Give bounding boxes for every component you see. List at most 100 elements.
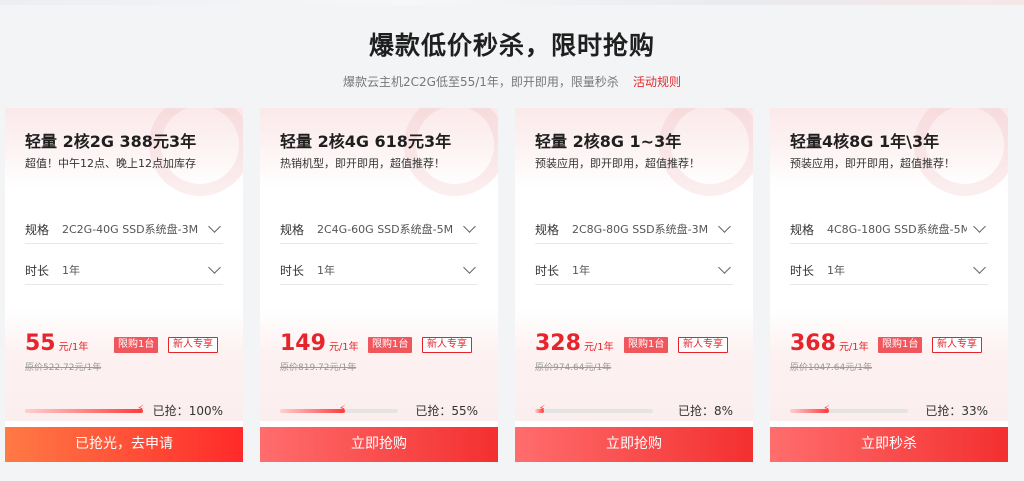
price: 368 元/1年: [790, 331, 869, 356]
price-value: 328: [535, 331, 581, 356]
duration-value: 1年: [827, 264, 845, 277]
duration-value: 1年: [62, 264, 80, 277]
flame-icon: ⚡: [338, 404, 346, 415]
product-title: 轻量4核8G 1年\3年: [790, 132, 940, 151]
page: 爆款低价秒杀，限时抢购 爆款云主机2C2G低至55/1年，即开即用，限量秒杀 活动…: [0, 0, 1024, 481]
page-subtitle: 爆款云主机2C2G低至55/1年，即开即用，限量秒杀 活动规则: [0, 73, 1024, 90]
limit-badge: 限购1台: [624, 337, 669, 353]
limit-badge: 限购1台: [878, 337, 923, 353]
sold-label: 已抢：: [925, 404, 962, 418]
chevron-down-icon: [208, 220, 221, 233]
price-value: 55: [25, 331, 56, 356]
spec-label: 规格: [25, 223, 50, 237]
product-description: 预装应用，即开即用，超值推荐！: [535, 157, 700, 170]
price-value: 149: [280, 331, 326, 356]
sold-value: 8%: [713, 404, 733, 418]
product-description: 热销机型，即开即用，超值推荐！: [280, 157, 445, 170]
duration-label: 时长: [535, 264, 560, 278]
chevron-down-icon: [718, 261, 731, 274]
sold-label: 已抢：: [415, 404, 452, 418]
duration-label: 时长: [280, 264, 305, 278]
product-title: 轻量 2核4G 618元3年: [280, 132, 452, 151]
product-card: 轻量 2核8G 1~3年 预装应用，即开即用，超值推荐！ 规格 2C8G-80G…: [515, 108, 753, 462]
spec-label: 规格: [535, 223, 560, 237]
sold-value: 33%: [961, 404, 988, 418]
price-unit: 元/1年: [328, 342, 359, 353]
price: 328 元/1年: [535, 331, 614, 356]
chevron-down-icon: [208, 261, 221, 274]
duration-select[interactable]: 时长 1年: [790, 255, 988, 285]
duration-label: 时长: [790, 264, 815, 278]
sold-label: 已抢：: [152, 404, 189, 418]
buy-button[interactable]: 立即抢购: [260, 427, 498, 462]
price-unit: 元/1年: [838, 342, 869, 353]
sold-value: 100%: [188, 404, 223, 418]
page-title: 爆款低价秒杀，限时抢购: [368, 31, 655, 60]
buy-button[interactable]: 已抢光，去申请: [5, 427, 243, 462]
chevron-down-icon: [973, 261, 986, 274]
new-user-badge: 新人专享: [422, 337, 472, 353]
limit-badge: 限购1台: [368, 337, 413, 353]
product-title: 轻量 2核2G 388元3年: [25, 132, 197, 151]
sold-percentage: 已抢：8%: [678, 402, 733, 419]
buy-button[interactable]: 立即抢购: [515, 427, 753, 462]
price: 55 元/1年: [25, 331, 88, 356]
chevron-down-icon: [718, 220, 731, 233]
spec-select[interactable]: 规格 2C2G-40G SSD系统盘-3M: [25, 214, 223, 244]
duration-select[interactable]: 时长 1年: [280, 255, 478, 285]
original-price: 原价522.72元/1年: [25, 363, 102, 373]
flame-icon: ⚡: [137, 404, 145, 415]
original-price: 原价1047.64元/1年: [790, 363, 872, 373]
buy-button[interactable]: 立即秒杀: [770, 427, 1008, 462]
bottom-edge: [0, 471, 1024, 481]
sold-percentage: 已抢：55%: [415, 402, 478, 419]
chevron-down-icon: [463, 261, 476, 274]
original-price: 原价819.72元/1年: [280, 363, 357, 373]
flame-icon: ⚡: [538, 404, 546, 415]
sold-progress-fill: [25, 409, 143, 413]
activity-rules-link[interactable]: 活动规则: [633, 75, 681, 89]
duration-select[interactable]: 时长 1年: [25, 255, 223, 285]
price-value: 368: [790, 331, 836, 356]
spec-select[interactable]: 规格 4C8G-180G SSD系统盘-5M: [790, 214, 988, 244]
sold-value: 55%: [451, 404, 478, 418]
chevron-down-icon: [463, 220, 476, 233]
product-card: 轻量 2核4G 618元3年 热销机型，即开即用，超值推荐！ 规格 2C4G-6…: [260, 108, 498, 462]
new-user-badge: 新人专享: [932, 337, 982, 353]
sold-progress-fill: [280, 409, 345, 413]
subtitle-text: 爆款云主机2C2G低至55/1年，即开即用，限量秒杀: [343, 75, 619, 89]
price-unit: 元/1年: [58, 342, 89, 353]
original-price: 原价974.64元/1年: [535, 363, 612, 373]
limit-badge: 限购1台: [114, 337, 159, 353]
duration-label: 时长: [25, 264, 50, 278]
product-description: 预装应用，即开即用，超值推荐！: [790, 157, 955, 170]
spec-select[interactable]: 规格 2C8G-80G SSD系统盘-3M: [535, 214, 733, 244]
duration-select[interactable]: 时长 1年: [535, 255, 733, 285]
spec-select[interactable]: 规格 2C4G-60G SSD系统盘-5M: [280, 214, 478, 244]
product-card: 轻量 2核2G 388元3年 超值！中午12点、晚上12点加库存 规格 2C2G…: [5, 108, 243, 462]
sold-progress-bar: ⚡: [790, 404, 908, 415]
product-card: 轻量4核8G 1年\3年 预装应用，即开即用，超值推荐！ 规格 4C8G-180…: [770, 108, 1008, 462]
sold-percentage: 已抢：33%: [925, 402, 988, 419]
duration-value: 1年: [317, 264, 335, 277]
sold-progress-bar: ⚡: [280, 404, 398, 415]
price: 149 元/1年: [280, 331, 359, 356]
top-banner-edge: [0, 0, 1024, 5]
new-user-badge: 新人专享: [168, 337, 218, 353]
spec-value: 2C8G-80G SSD系统盘-3M: [572, 223, 709, 236]
spec-value: 2C4G-60G SSD系统盘-5M: [317, 223, 454, 236]
flame-icon: ⚡: [822, 404, 830, 415]
product-title: 轻量 2核8G 1~3年: [535, 132, 682, 151]
spec-label: 规格: [280, 223, 305, 237]
product-description: 超值！中午12点、晚上12点加库存: [25, 157, 196, 170]
duration-value: 1年: [572, 264, 590, 277]
sold-percentage: 已抢：100%: [153, 402, 223, 419]
spec-value: 4C8G-180G SSD系统盘-5M: [827, 223, 967, 236]
price-unit: 元/1年: [583, 342, 614, 353]
spec-label: 规格: [790, 223, 815, 237]
chevron-down-icon: [973, 220, 986, 233]
spec-value: 2C2G-40G SSD系统盘-3M: [62, 223, 199, 236]
sold-label: 已抢：: [677, 404, 714, 418]
new-user-badge: 新人专享: [678, 337, 728, 353]
sold-progress-bar: ⚡: [535, 404, 653, 415]
